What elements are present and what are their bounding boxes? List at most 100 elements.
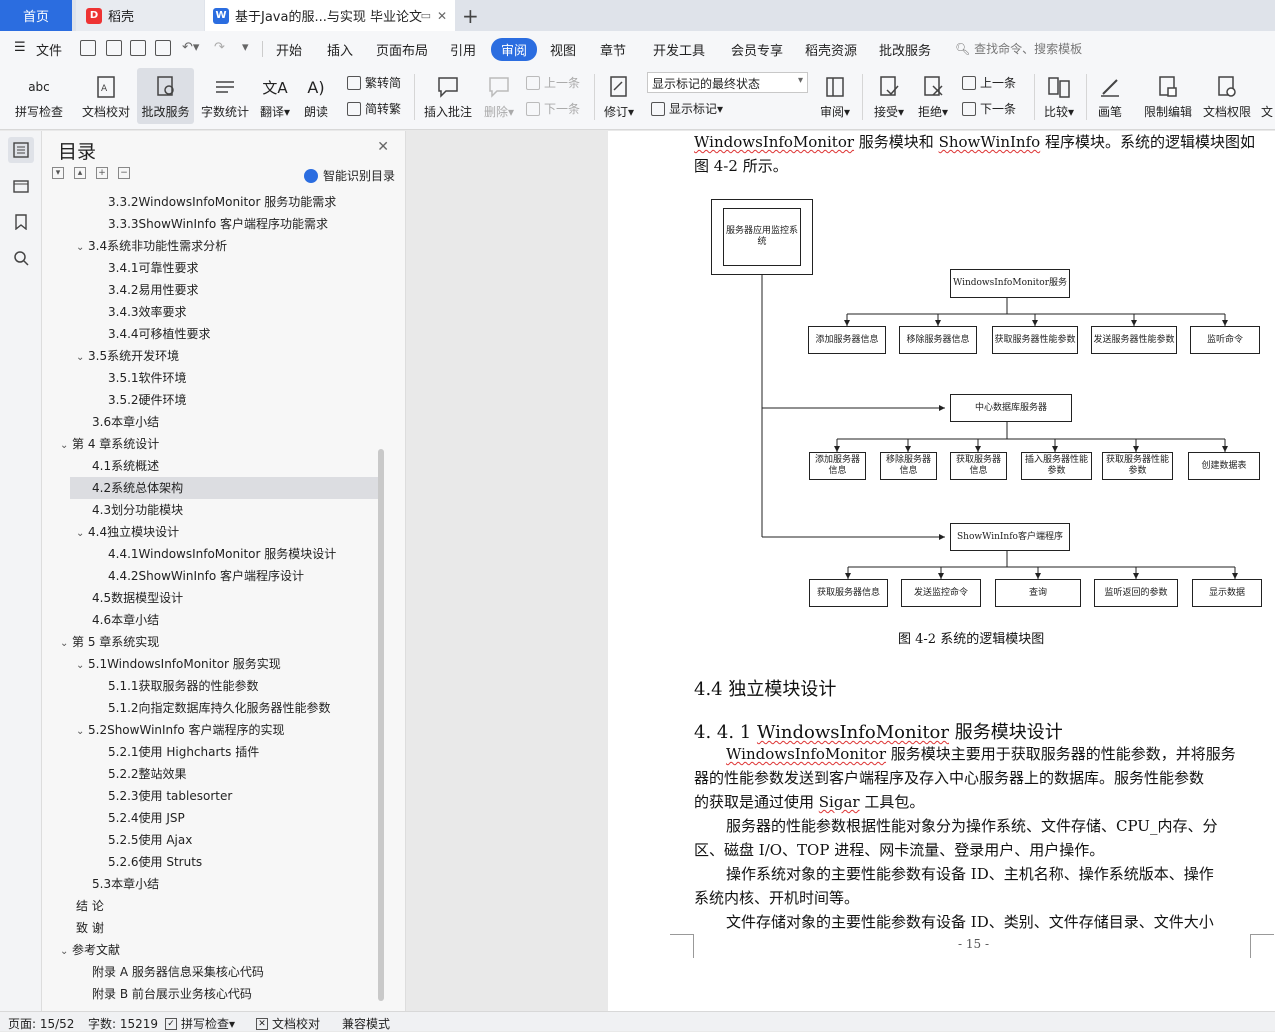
outline-item[interactable]: 3.5.2硬件环境 [94, 389, 187, 411]
outline-item[interactable]: 5.3本章小结 [78, 873, 159, 895]
document-proof-button[interactable]: A 文档校对 [78, 68, 134, 124]
outline-item[interactable]: ⌄ 第 4 章系统设计 [60, 433, 159, 455]
monitor-icon[interactable]: ▭ [421, 9, 431, 22]
word-count-button[interactable]: 字数统计 [198, 68, 252, 124]
outline-item[interactable]: 4.6本章小结 [78, 609, 159, 631]
smart-toc-button[interactable]: 智能识别目录 [303, 167, 395, 184]
outline-item[interactable]: 5.2.4使用 JSP [94, 807, 185, 829]
outline-item[interactable]: ⌄ 3.5系统开发环境 [76, 345, 179, 367]
menu-page-layout[interactable]: 页面布局 [376, 40, 428, 59]
menu-home[interactable]: 开始 [276, 40, 302, 59]
document-page[interactable]: WindowsInfoMonitor 服务模块和 ShowWinInfo 程序模… [608, 131, 1275, 1011]
chevron-down-icon[interactable]: ⌄ [76, 523, 88, 545]
menu-membership[interactable]: 会员专享 [731, 40, 783, 59]
outline-item[interactable]: 结 论 [62, 895, 104, 917]
review-service-button[interactable]: 批改服务 [137, 68, 194, 124]
review-pane-button[interactable]: 审阅▾ [816, 68, 854, 124]
outline-item[interactable]: 5.1.1获取服务器的性能参数 [94, 675, 259, 697]
status-proof[interactable]: ✕ 文档校对 [256, 1015, 320, 1032]
chevron-down-icon[interactable]: ⌄ [76, 721, 88, 743]
track-changes-button[interactable]: 修订▾ [600, 68, 638, 124]
add-heading-icon[interactable]: + [96, 167, 108, 179]
export-icon[interactable] [106, 40, 122, 56]
insert-comment-button[interactable]: 插入批注 [420, 68, 476, 124]
outline-item[interactable]: ⌄ 参考文献 [60, 939, 120, 961]
redo-icon[interactable]: ↷ [214, 40, 225, 55]
menu-view[interactable]: 视图 [550, 40, 576, 59]
outline-item[interactable]: 5.2.6使用 Struts [94, 851, 202, 873]
outline-item[interactable]: 3.4.2易用性要求 [94, 279, 199, 301]
expand-all-icon[interactable]: ▴ [74, 167, 86, 179]
chevron-down-icon[interactable]: ⌄ [60, 435, 72, 457]
tab-daoke[interactable]: D 稻壳 [76, 0, 204, 31]
outline-item[interactable]: 3.4.3效率要求 [94, 301, 187, 323]
command-search[interactable]: 🔍︎ 查找命令、搜索模板 [955, 40, 1082, 57]
tab-home[interactable]: 首页 [0, 0, 72, 31]
trad-to-simp-button[interactable]: 繁转简 [347, 74, 401, 91]
outline-item[interactable]: 3.3.3ShowWinInfo 客户端程序功能需求 [94, 213, 328, 235]
outline-item[interactable]: 5.2.2整站效果 [94, 763, 187, 785]
outline-item[interactable]: 4.3划分功能模块 [78, 499, 183, 521]
remove-heading-icon[interactable]: − [118, 167, 130, 179]
tab-document[interactable]: W 基于Java的服...与实现 毕业论文 ▭ ✕ [205, 0, 455, 31]
outline-item[interactable]: ⌄ 3.4系统非功能性需求分析 [76, 235, 227, 257]
outline-item[interactable]: 4.4.1WindowsInfoMonitor 服务模块设计 [94, 543, 336, 565]
bookmark-icon[interactable] [8, 209, 34, 235]
outline-item[interactable]: 5.1.2向指定数据库持久化服务器性能参数 [94, 697, 331, 719]
outline-item[interactable]: 5.2.5使用 Ajax [94, 829, 192, 851]
menu-review-service[interactable]: 批改服务 [879, 40, 931, 59]
status-spell-check[interactable]: ✓ 拼写检查 ▾ [165, 1015, 235, 1032]
menu-file[interactable]: 文件 [36, 40, 62, 59]
spell-check-button[interactable]: abc 拼写检查 [8, 68, 70, 124]
outline-item[interactable]: 附录 A 服务器信息采集核心代码 [78, 961, 264, 983]
menu-review[interactable]: 审阅 [491, 38, 538, 61]
outline-item[interactable]: 3.3.2WindowsInfoMonitor 服务功能需求 [94, 191, 336, 213]
outline-scroll-thumb[interactable] [378, 449, 384, 1001]
menu-daoke-resources[interactable]: 稻壳资源 [805, 40, 857, 59]
chevron-down-icon[interactable]: ⌄ [76, 347, 88, 369]
markup-state-select[interactable]: 显示标记的最终状态 [647, 72, 808, 93]
next-change-button[interactable]: 下一条 [962, 100, 1016, 117]
outline-item[interactable]: 附录 B 前台展示业务核心代码 [78, 983, 252, 1005]
menu-chapter[interactable]: 章节 [600, 40, 626, 59]
outline-item[interactable]: 3.4.1可靠性要求 [94, 257, 199, 279]
reject-button[interactable]: 拒绝▾ [914, 68, 952, 124]
outline-item[interactable]: ⌄ 5.1WindowsInfoMonitor 服务实现 [76, 653, 281, 675]
delete-comment-button[interactable]: 删除▾ [480, 68, 518, 124]
chevron-down-icon[interactable]: ⌄ [76, 655, 88, 677]
accept-button[interactable]: 接受▾ [870, 68, 908, 124]
outline-item[interactable]: 致 谢 [62, 917, 104, 939]
outline-item[interactable]: 3.4.4可移植性要求 [94, 323, 211, 345]
chevron-down-icon[interactable]: ⌄ [60, 633, 72, 655]
close-icon[interactable]: ✕ [377, 139, 389, 155]
outline-item[interactable]: 4.1系统概述 [78, 455, 159, 477]
chevron-down-icon[interactable]: ⌄ [60, 941, 72, 963]
chapter-icon[interactable] [8, 173, 34, 199]
menu-insert[interactable]: 插入 [327, 40, 353, 59]
chevron-down-icon[interactable]: ⌄ [76, 237, 88, 259]
translate-button[interactable]: 文A 翻译▾ [256, 68, 294, 124]
page-indicator[interactable]: 页面: 15/52 [8, 1015, 74, 1032]
outline-item[interactable]: 4.2系统总体架构 [70, 477, 378, 499]
hamburger-icon[interactable]: ☰ [14, 40, 26, 55]
print-preview-icon[interactable] [155, 40, 171, 56]
outline-item[interactable]: ⌄ 第 5 章系统实现 [60, 631, 159, 653]
read-aloud-button[interactable]: A) 朗读 [298, 68, 334, 124]
pen-button[interactable]: 画笔 [1092, 68, 1128, 124]
outline-item[interactable]: 3.5.1软件环境 [94, 367, 187, 389]
outline-scrollbar[interactable] [378, 201, 384, 1001]
outline-item[interactable]: ⌄ 5.2ShowWinInfo 客户端程序的实现 [76, 719, 285, 741]
add-tab-icon[interactable]: + [462, 4, 479, 28]
close-icon[interactable]: ✕ [437, 9, 447, 23]
menu-references[interactable]: 引用 [450, 40, 476, 59]
next-comment-button[interactable]: 下一条 [526, 100, 580, 117]
outline-item[interactable]: ⌄ 4.4独立模块设计 [76, 521, 179, 543]
search-icon[interactable] [8, 245, 34, 271]
compare-button[interactable]: 比较▾ [1040, 68, 1078, 124]
document-rights-button[interactable]: 文档权限 [1199, 68, 1255, 124]
restrict-editing-button[interactable]: 限制编辑 [1138, 68, 1198, 124]
more-ribbon-button[interactable]: 文 [1259, 68, 1275, 124]
outline-item[interactable]: 5.2.3使用 tablesorter [94, 785, 232, 807]
collapse-all-icon[interactable]: ▾ [52, 167, 64, 179]
simp-to-trad-button[interactable]: 简转繁 [347, 100, 401, 117]
